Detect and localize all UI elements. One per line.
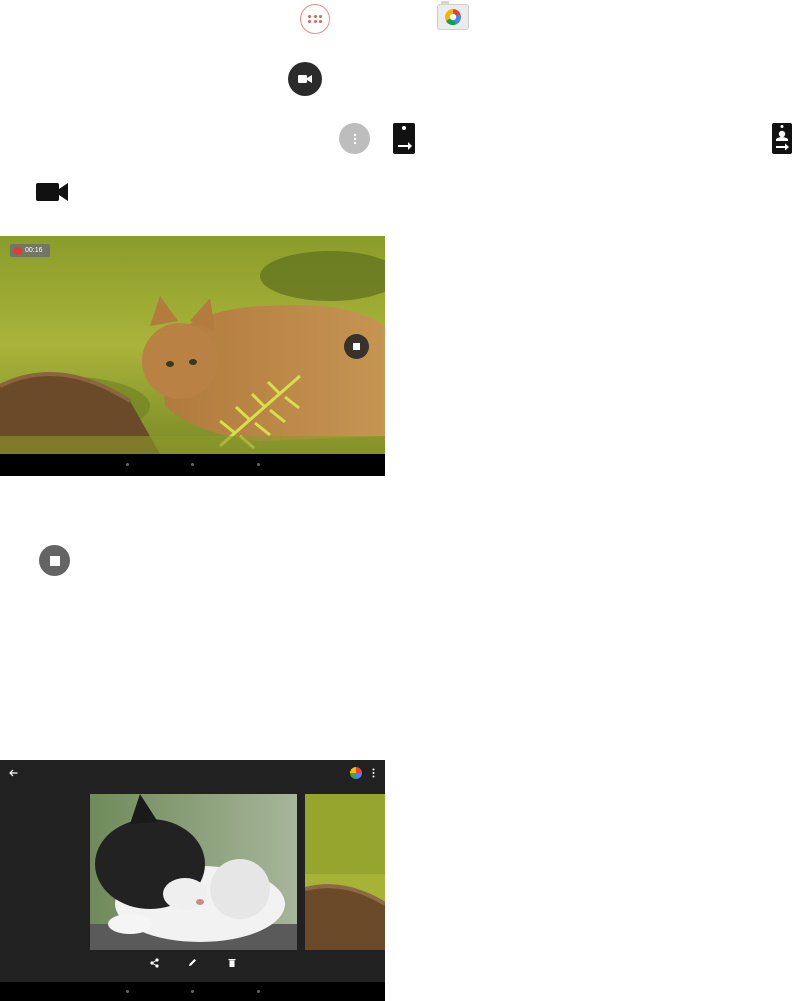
share-icon[interactable]: [150, 958, 159, 968]
gallery-top-bar: [0, 760, 385, 788]
cat-video-preview: [0, 236, 385, 454]
stop-recording-button[interactable]: [344, 334, 369, 359]
timer-text: 00:16: [25, 247, 43, 254]
video-mode-button[interactable]: [288, 62, 322, 96]
apps-grid-dots: [308, 14, 322, 24]
nav-home-icon[interactable]: [191, 990, 194, 993]
apps-drawer-icon[interactable]: [300, 4, 330, 34]
recording-screenshot: 00:16: [0, 236, 385, 476]
recording-timer: 00:16: [10, 244, 50, 257]
videocam-icon: [36, 182, 69, 202]
gallery-next-photo[interactable]: [305, 794, 385, 950]
pinwheel-icon[interactable]: [350, 767, 362, 779]
gallery-action-bar: [0, 956, 385, 976]
switch-camera-rear-icon[interactable]: [772, 123, 792, 154]
record-indicator-icon: [14, 246, 22, 255]
nav-back-icon[interactable]: [126, 990, 129, 993]
trash-icon[interactable]: [228, 958, 236, 967]
system-nav-bar: [0, 454, 385, 476]
videocam-icon: [298, 75, 312, 83]
stop-button[interactable]: [39, 545, 70, 576]
more-vert-icon: [353, 133, 356, 144]
nav-home-icon[interactable]: [191, 463, 194, 466]
arrow-back-icon[interactable]: [9, 769, 18, 777]
system-nav-bar: [0, 982, 385, 1001]
pencil-icon[interactable]: [188, 958, 197, 967]
nav-back-icon[interactable]: [126, 463, 129, 466]
stop-icon: [353, 343, 360, 350]
nav-recents-icon[interactable]: [257, 463, 260, 466]
more-options-button[interactable]: [339, 123, 370, 154]
stop-icon: [49, 555, 60, 566]
more-vert-icon[interactable]: [372, 768, 375, 778]
gallery-main-photo[interactable]: [90, 794, 297, 950]
switch-camera-icon[interactable]: [393, 123, 415, 154]
gallery-screenshot: [0, 760, 385, 1001]
nav-recents-icon[interactable]: [257, 990, 260, 993]
camera-app-icon[interactable]: [437, 1, 469, 30]
